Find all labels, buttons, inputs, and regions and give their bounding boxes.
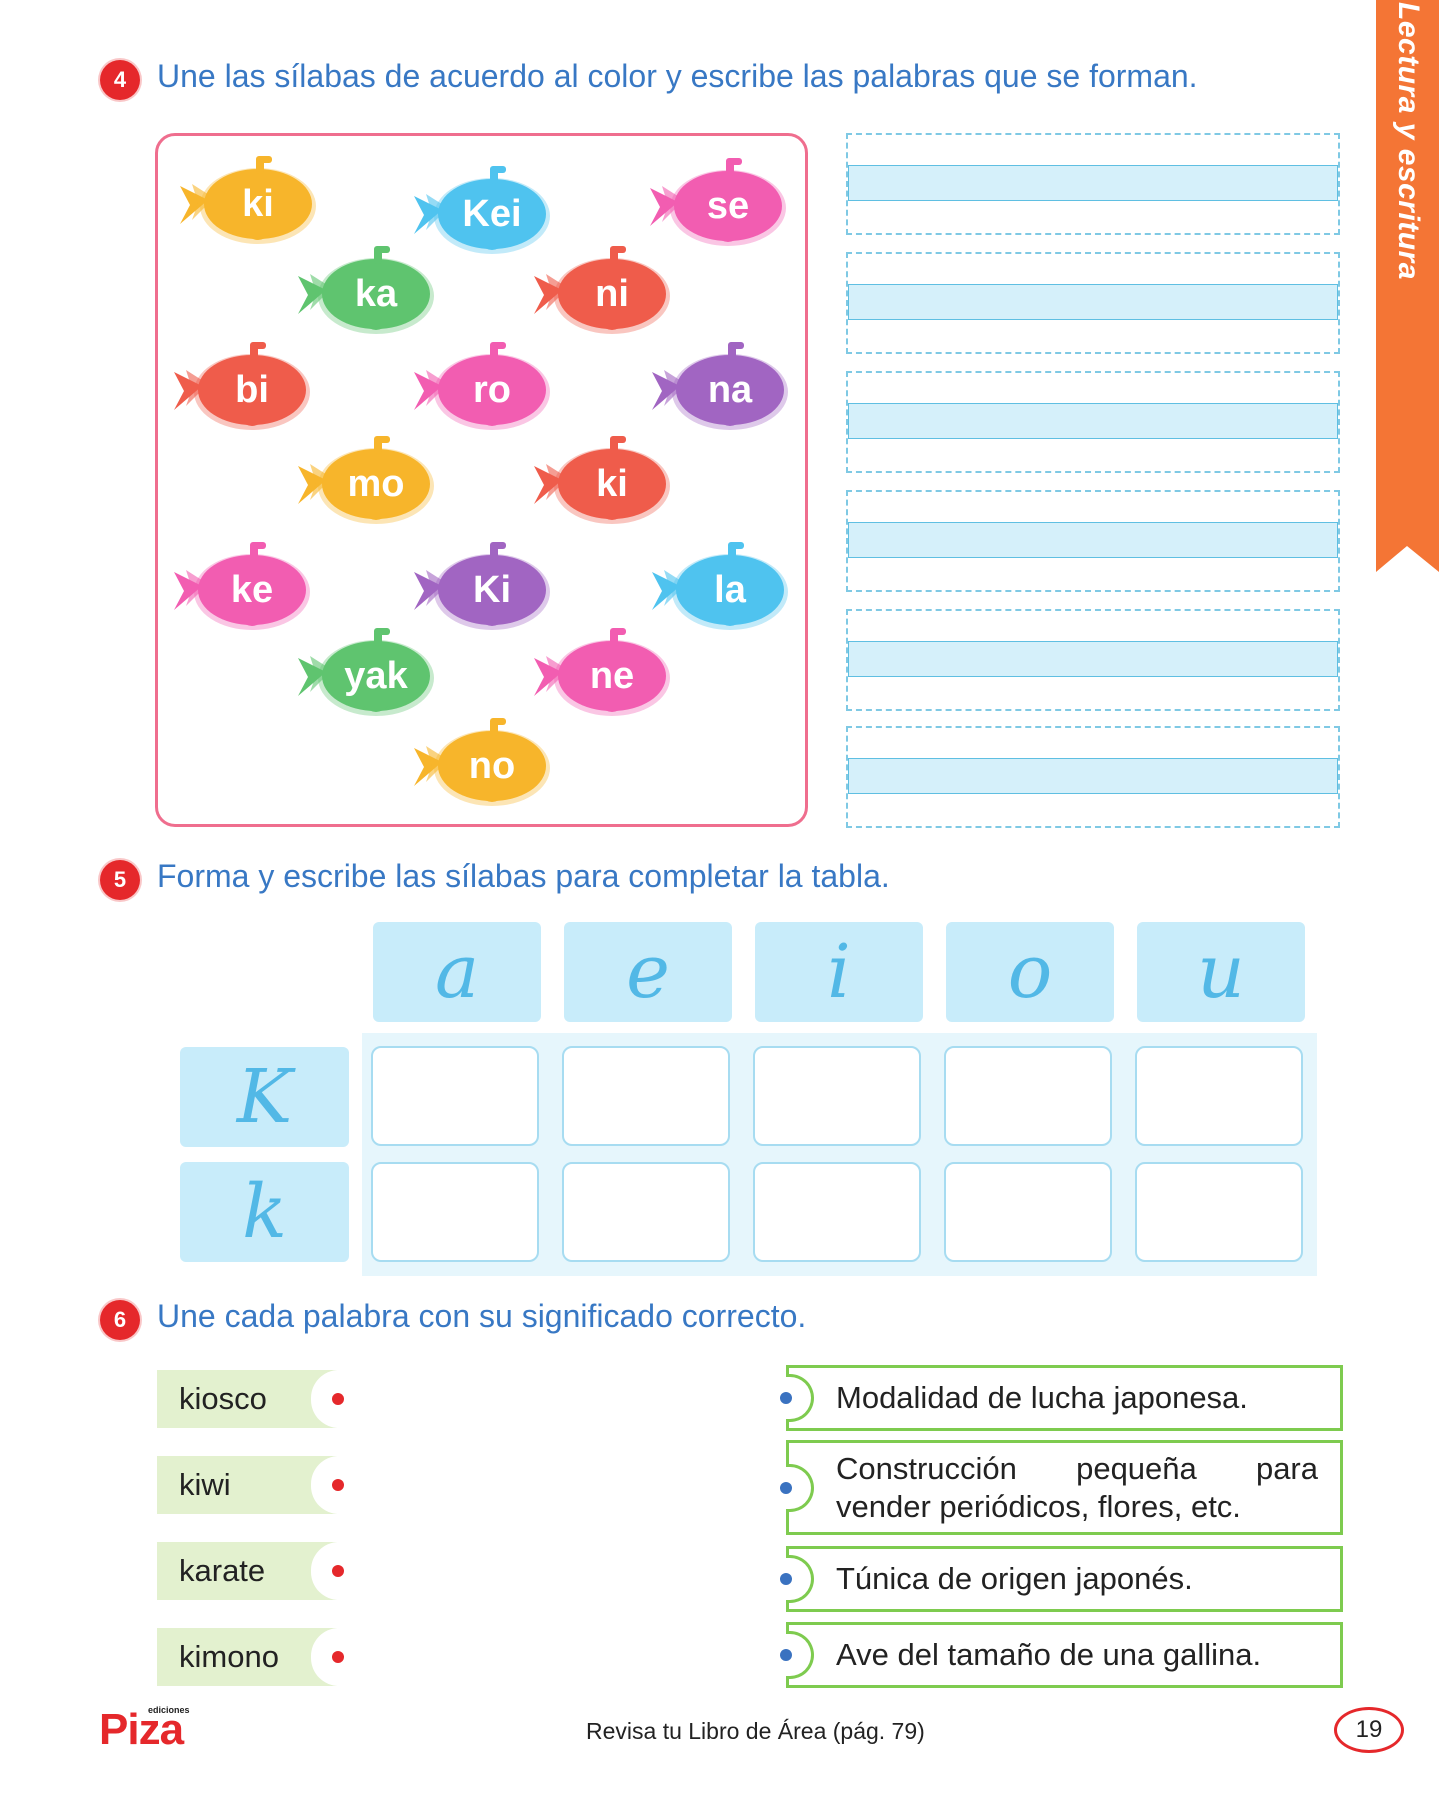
word-dot[interactable]	[332, 1651, 344, 1663]
fish-syllable[interactable]: se	[648, 150, 788, 250]
consonant-header-lower: k	[180, 1162, 349, 1262]
answer-cell[interactable]	[371, 1046, 539, 1146]
word-item-kiosco: kiosco	[157, 1370, 339, 1428]
writing-band[interactable]	[848, 284, 1338, 320]
fish-syllable[interactable]: ki	[532, 428, 672, 528]
answer-cell[interactable]	[753, 1162, 921, 1262]
answer-cell[interactable]	[1135, 1046, 1303, 1146]
publisher-logo-small: ediciones	[148, 1705, 190, 1715]
definition-item: Modalidad de lucha japonesa.	[786, 1365, 1343, 1431]
fish-syllable-label: mo	[347, 462, 405, 505]
writing-line[interactable]	[846, 726, 1340, 828]
fish-syllable-label: Kei	[462, 192, 522, 235]
fish-syllable[interactable]: mo	[296, 428, 436, 528]
fish-syllable[interactable]: ro	[412, 334, 552, 434]
answer-cell[interactable]	[944, 1046, 1112, 1146]
fish-syllable[interactable]: ni	[532, 238, 672, 338]
exercise-6-instruction: Une cada palabra con su significado corr…	[157, 1298, 807, 1334]
fish-syllable[interactable]: ki	[178, 148, 318, 248]
vowel-header-a: a	[373, 922, 541, 1022]
definition-item: Ave del tamaño de una gallina.	[786, 1622, 1343, 1688]
definition-item: Túnica de origen japonés.	[786, 1546, 1343, 1612]
answer-cell[interactable]	[562, 1162, 730, 1262]
fish-syllable[interactable]: ka	[296, 238, 436, 338]
definition-dot[interactable]	[780, 1649, 792, 1661]
exercise-5-instruction: Forma y escribe las sílabas para complet…	[157, 858, 890, 894]
answer-cell[interactable]	[371, 1162, 539, 1262]
word-dot[interactable]	[332, 1393, 344, 1405]
fish-syllable[interactable]: Ki	[412, 534, 552, 634]
exercise-4-instruction: Une las sílabas de acuerdo al color y es…	[157, 58, 1198, 94]
definition-dot[interactable]	[780, 1482, 792, 1494]
fish-syllable-label: ni	[595, 272, 629, 315]
answer-cell[interactable]	[1135, 1162, 1303, 1262]
vowel-header-e: e	[564, 922, 732, 1022]
answer-cell[interactable]	[944, 1162, 1112, 1262]
vowel-header-u: u	[1137, 922, 1305, 1022]
fish-syllable-label: se	[706, 184, 750, 227]
vowel-header-o: o	[946, 922, 1114, 1022]
fish-syllable-label: la	[714, 568, 746, 611]
fish-syllable[interactable]: ne	[532, 620, 672, 720]
exercise-4-number: 4	[100, 60, 140, 100]
fish-syllable-label: ne	[589, 654, 635, 697]
writing-line[interactable]	[846, 490, 1340, 592]
word-item-kiwi: kiwi	[157, 1456, 339, 1514]
fish-syllable-label: na	[707, 368, 753, 411]
fish-syllable[interactable]: bi	[172, 334, 312, 434]
fish-syllable[interactable]: na	[650, 334, 790, 434]
writing-line[interactable]	[846, 609, 1340, 711]
page-number: 19	[1334, 1707, 1404, 1753]
fish-syllable-label: ro	[473, 368, 511, 411]
footer-review-text: Revisa tu Libro de Área (pág. 79)	[586, 1718, 925, 1744]
writing-band[interactable]	[848, 522, 1338, 558]
fish-syllable-label: ki	[242, 182, 274, 225]
writing-line[interactable]	[846, 371, 1340, 473]
exercise-6-number: 6	[100, 1300, 140, 1340]
word-dot[interactable]	[332, 1565, 344, 1577]
vowel-header-i: i	[755, 922, 923, 1022]
consonant-header-upper: K	[180, 1047, 349, 1147]
answer-cell[interactable]	[753, 1046, 921, 1146]
writing-band[interactable]	[848, 165, 1338, 201]
fish-syllable[interactable]: la	[650, 534, 790, 634]
writing-band[interactable]	[848, 641, 1338, 677]
word-item-karate: karate	[157, 1542, 339, 1600]
side-tab-label-wrap: Lectura y escritura	[1376, 0, 1439, 572]
side-tab-label: Lectura y escritura	[1391, 2, 1425, 280]
fish-syllable-label: Ki	[473, 568, 511, 611]
writing-band[interactable]	[848, 758, 1338, 794]
fish-syllable-label: no	[468, 744, 516, 787]
definition-dot[interactable]	[780, 1573, 792, 1585]
writing-line[interactable]	[846, 133, 1340, 235]
fish-syllable[interactable]: ke	[172, 534, 312, 634]
fish-syllable-label: yak	[344, 654, 408, 697]
definition-dot[interactable]	[780, 1392, 792, 1404]
writing-line[interactable]	[846, 252, 1340, 354]
fish-syllable-label: ke	[230, 568, 274, 611]
fish-syllable[interactable]: yak	[296, 620, 436, 720]
fish-syllable[interactable]: no	[412, 710, 552, 810]
fish-syllable-label: bi	[235, 368, 269, 411]
definition-item: Construcción pequeña para vender periódi…	[786, 1440, 1343, 1535]
fish-syllable-label: ka	[354, 272, 398, 315]
exercise-5-number: 5	[100, 860, 140, 900]
answer-cell[interactable]	[562, 1046, 730, 1146]
word-dot[interactable]	[332, 1479, 344, 1491]
writing-band[interactable]	[848, 403, 1338, 439]
word-item-kimono: kimono	[157, 1628, 339, 1686]
fish-syllable-label: ki	[596, 462, 628, 505]
